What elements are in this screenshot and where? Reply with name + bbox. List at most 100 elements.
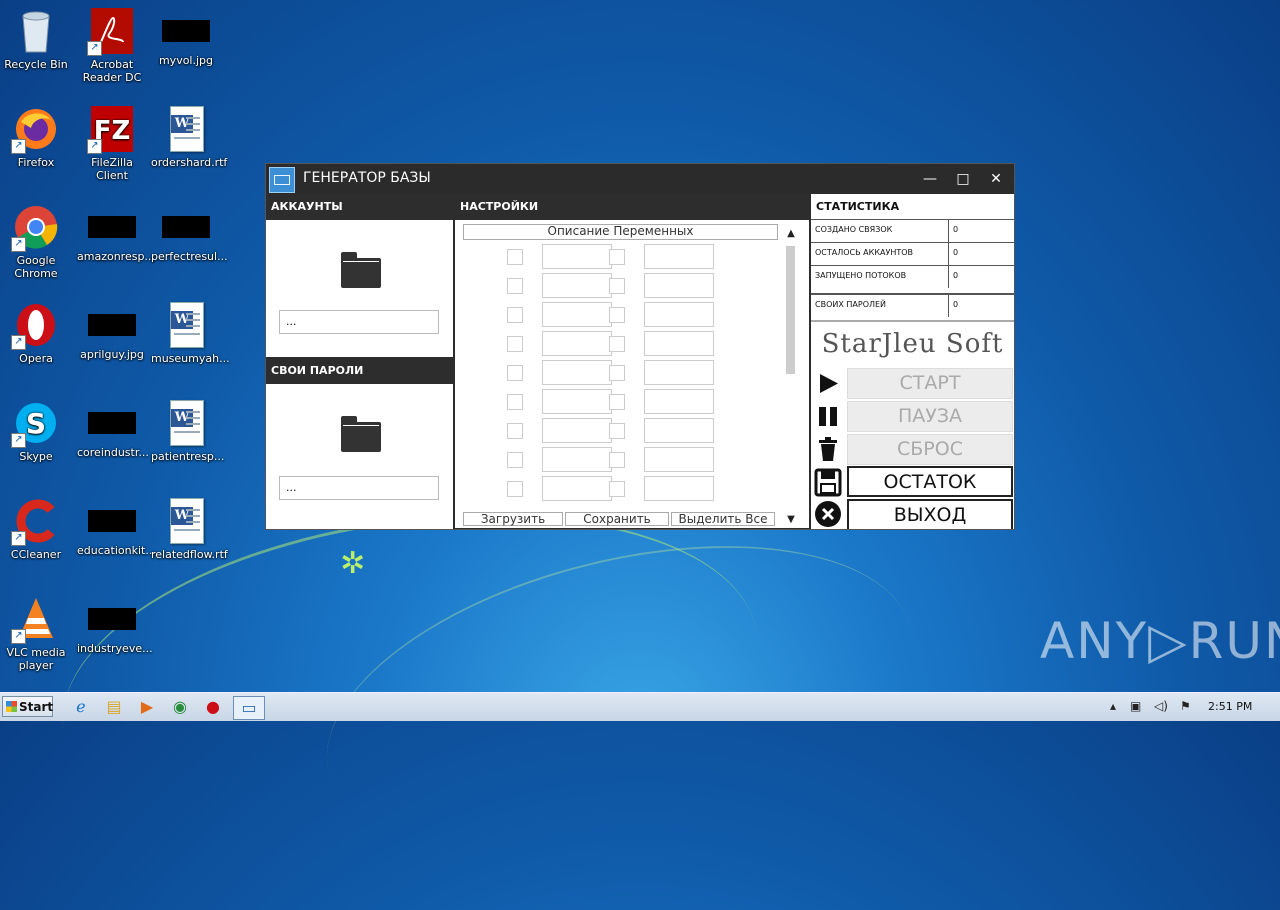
select-all-button[interactable]: Выделить Все [671,512,775,526]
desktop-icon-educationkit[interactable]: educationkit... [77,498,156,557]
image-file-icon [88,510,136,532]
desktop-icon-patientresp[interactable]: W patientresp... [151,400,224,463]
brand-logo: StarJleu Soft [811,320,1014,366]
option-checkbox[interactable] [609,365,625,381]
option-field[interactable] [542,244,612,269]
option-field[interactable] [644,360,714,385]
option-checkbox[interactable] [507,336,523,352]
passwords-path-field[interactable]: ... [279,476,439,500]
maximize-button[interactable]: □ [949,168,977,190]
close-button[interactable]: ✕ [982,168,1010,190]
option-checkbox[interactable] [609,249,625,265]
explorer-icon[interactable]: ▤ [101,696,127,718]
desktop-icon-perfectresul[interactable]: perfectresul... [151,204,228,263]
desktop-icon-myvol[interactable]: myvol.jpg [151,8,221,67]
load-button[interactable]: Загрузить [463,512,563,526]
folder-icon[interactable] [341,416,381,452]
chrome-icon: ↗ [11,204,59,252]
option-field[interactable] [644,389,714,414]
option-checkbox[interactable] [507,307,523,323]
accounts-path-field[interactable]: ... [279,310,439,334]
option-checkbox[interactable] [507,394,523,410]
reset-button[interactable]: СБРОС [847,434,1013,465]
show-hidden-icons-icon[interactable]: ▴ [1110,699,1116,713]
desktop-icon-firefox[interactable]: ↗ Firefox [1,106,71,169]
option-field[interactable] [644,302,714,327]
folder-icon[interactable] [341,252,381,288]
firefox-icon: ↗ [11,106,59,154]
image-file-icon [162,216,210,238]
action-center-flag-icon[interactable]: ⚑ [1180,699,1191,713]
scroll-up-icon[interactable]: ▲ [785,228,797,239]
desktop-icon-vlc[interactable]: ↗ VLC media player [1,596,71,672]
option-field[interactable] [542,331,612,356]
taskbar-app-generator[interactable]: ▭ [233,696,265,720]
opera-icon: ↗ [11,302,59,350]
chrome-taskbar-icon[interactable]: ◉ [167,696,193,718]
desktop-icon-aprilguy[interactable]: aprilguy.jpg [77,302,147,361]
option-checkbox[interactable] [507,481,523,497]
start-button[interactable]: СТАРТ [847,368,1013,399]
option-field[interactable] [644,244,714,269]
option-checkbox[interactable] [507,423,523,439]
option-field[interactable] [542,389,612,414]
option-checkbox[interactable] [507,249,523,265]
desktop-icon-relatedflow[interactable]: W relatedflow.rtf [151,498,228,561]
desktop-icon-industryeve[interactable]: industryeve... [77,596,153,655]
image-file-icon [162,20,210,42]
clock[interactable]: 2:51 PM [1208,700,1252,713]
option-field[interactable] [644,476,714,501]
option-field[interactable] [542,447,612,472]
desktop-icon-museumyah[interactable]: W museumyah... [151,302,230,365]
option-field[interactable] [644,331,714,356]
option-field[interactable] [542,302,612,327]
option-checkbox[interactable] [609,423,625,439]
desktop-icon-ccleaner[interactable]: ↗ CCleaner [1,498,71,561]
option-checkbox[interactable] [609,481,625,497]
desktop-icon-chrome[interactable]: ↗ Google Chrome [1,204,71,280]
option-field[interactable] [644,418,714,443]
desktop-icon-filezilla[interactable]: FZ ↗ FileZilla Client [77,106,147,182]
volume-icon[interactable]: ◁) [1154,699,1168,713]
desktop-icon-skype[interactable]: S ↗ Skype [1,400,71,463]
variables-description-button[interactable]: Описание Переменных [463,224,778,240]
pause-button[interactable]: ПАУЗА [847,401,1013,432]
option-field[interactable] [542,418,612,443]
start-button-taskbar[interactable]: Start [2,696,53,717]
desktop-icon-ordershard[interactable]: W ordershard.rtf [151,106,227,169]
option-checkbox[interactable] [609,336,625,352]
option-field[interactable] [644,447,714,472]
option-checkbox[interactable] [507,452,523,468]
option-checkbox[interactable] [507,365,523,381]
scrollbar-thumb[interactable] [786,246,795,374]
title-bar[interactable]: ГЕНЕРАТОР БАЗЫ — □ ✕ [266,164,1014,194]
opera-taskbar-icon[interactable]: ● [200,696,226,718]
option-checkbox[interactable] [507,278,523,294]
desktop-icon-acrobat[interactable]: ↗ Acrobat Reader DC [77,8,147,84]
exit-button[interactable]: ВЫХОД [847,499,1013,529]
minimize-button[interactable]: — [916,168,944,190]
desktop-icon-coreindustr[interactable]: coreindustr... [77,400,149,459]
option-field[interactable] [542,360,612,385]
save-disk-icon [811,466,845,499]
desktop-icon-recycle-bin[interactable]: Recycle Bin [1,8,71,71]
wallpaper-leaf-icon: ✲ [340,546,366,581]
option-checkbox[interactable] [609,452,625,468]
option-field[interactable] [542,476,612,501]
passwords-panel: ... [266,384,453,529]
statistics-header: СТАТИСТИКА [816,200,900,213]
scroll-down-icon[interactable]: ▼ [785,514,797,525]
media-player-icon[interactable]: ▶ [134,696,160,718]
desktop-icon-opera[interactable]: ↗ Opera [1,302,71,365]
option-checkbox[interactable] [609,307,625,323]
option-checkbox[interactable] [609,394,625,410]
save-button[interactable]: Сохранить [565,512,669,526]
network-icon[interactable]: ▣ [1130,699,1141,713]
anyrun-watermark: ANY▷RUN [1040,612,1280,670]
option-checkbox[interactable] [609,278,625,294]
option-field[interactable] [542,273,612,298]
ie-icon[interactable]: ℯ [68,696,94,718]
desktop-icon-amazonresp[interactable]: amazonresp... [77,204,155,263]
option-field[interactable] [644,273,714,298]
remainder-button[interactable]: ОСТАТОК [847,466,1013,497]
